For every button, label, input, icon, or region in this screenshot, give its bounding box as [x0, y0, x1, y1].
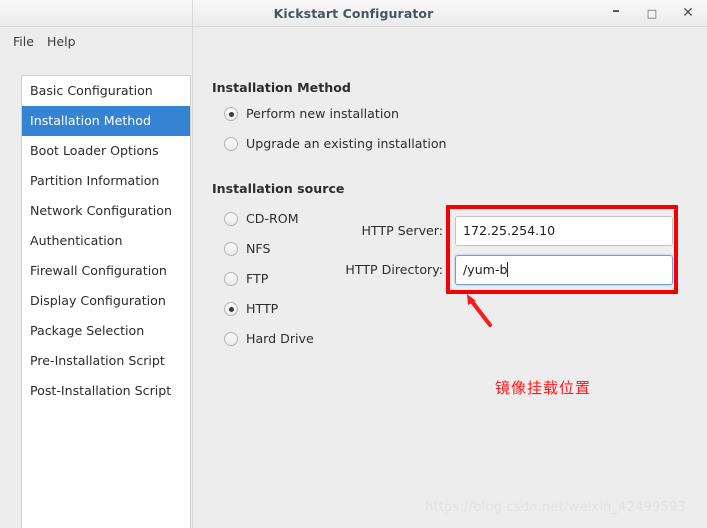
- radio-label: Upgrade an existing installation: [246, 136, 447, 151]
- http-directory-value: /yum-b: [463, 262, 508, 277]
- radio-button-icon: [224, 107, 238, 121]
- radio-button-icon: [224, 242, 238, 256]
- sidebar-item-package-selection[interactable]: Package Selection: [22, 316, 190, 346]
- installation-method-heading: Installation Method: [212, 80, 351, 95]
- sidebar-item-partition-information[interactable]: Partition Information: [22, 166, 190, 196]
- window-title: Kickstart Configurator: [273, 6, 434, 21]
- radio-label: FTP: [246, 271, 269, 286]
- minimize-icon: –: [612, 1, 620, 19]
- radio-label: Perform new installation: [246, 106, 400, 121]
- menu-item-help[interactable]: Help: [40, 28, 83, 55]
- sidebar-item-pre-installation-script[interactable]: Pre-Installation Script: [22, 346, 190, 376]
- sidebar-nav-list[interactable]: Basic Configuration Installation Method …: [21, 75, 191, 528]
- sidebar-item-firewall-configuration[interactable]: Firewall Configuration: [22, 256, 190, 286]
- radio-label: HTTP: [246, 301, 279, 316]
- sidebar-item-basic-configuration[interactable]: Basic Configuration: [22, 76, 190, 106]
- close-icon: ✕: [682, 5, 694, 21]
- close-button[interactable]: ✕: [675, 0, 701, 27]
- radio-label: Hard Drive: [246, 331, 314, 346]
- radio-button-icon: [224, 332, 238, 346]
- installation-source-heading: Installation source: [212, 181, 345, 196]
- sidebar-item-display-configuration[interactable]: Display Configuration: [22, 286, 190, 316]
- radio-button-icon: [224, 302, 238, 316]
- menu-item-file[interactable]: File: [6, 28, 41, 55]
- radio-button-icon: [224, 212, 238, 226]
- main-content-panel: Installation Method Perform new installa…: [193, 56, 707, 528]
- sidebar-item-boot-loader-options[interactable]: Boot Loader Options: [22, 136, 190, 166]
- http-directory-label: HTTP Directory:: [345, 262, 443, 277]
- http-server-input[interactable]: 172.25.254.10: [455, 216, 673, 246]
- sidebar-item-authentication[interactable]: Authentication: [22, 226, 190, 256]
- http-directory-input[interactable]: /yum-b: [455, 255, 673, 285]
- maximize-icon: □: [646, 7, 658, 20]
- title-bar: Kickstart Configurator – □ ✕: [0, 0, 707, 27]
- watermark-text: https://blog.csdn.net/weixin_42499593: [425, 500, 686, 515]
- annotation-note-text: 镜像挂载位置: [495, 379, 592, 397]
- radio-label: NFS: [246, 241, 271, 256]
- minimize-button[interactable]: –: [603, 0, 629, 27]
- sidebar-item-installation-method[interactable]: Installation Method: [22, 106, 190, 136]
- annotation-arrow-icon: [467, 294, 492, 327]
- http-server-value: 172.25.254.10: [463, 223, 556, 238]
- text-cursor: [507, 262, 509, 277]
- radio-button-icon: [224, 137, 238, 151]
- menu-bar: File Help: [0, 28, 707, 55]
- sidebar-item-network-configuration[interactable]: Network Configuration: [22, 196, 190, 226]
- maximize-button[interactable]: □: [639, 0, 665, 27]
- sidebar-item-post-installation-script[interactable]: Post-Installation Script: [22, 376, 190, 406]
- http-server-label: HTTP Server:: [361, 223, 443, 238]
- radio-button-icon: [224, 272, 238, 286]
- application-window: Kickstart Configurator – □ ✕ File Help B…: [0, 0, 707, 528]
